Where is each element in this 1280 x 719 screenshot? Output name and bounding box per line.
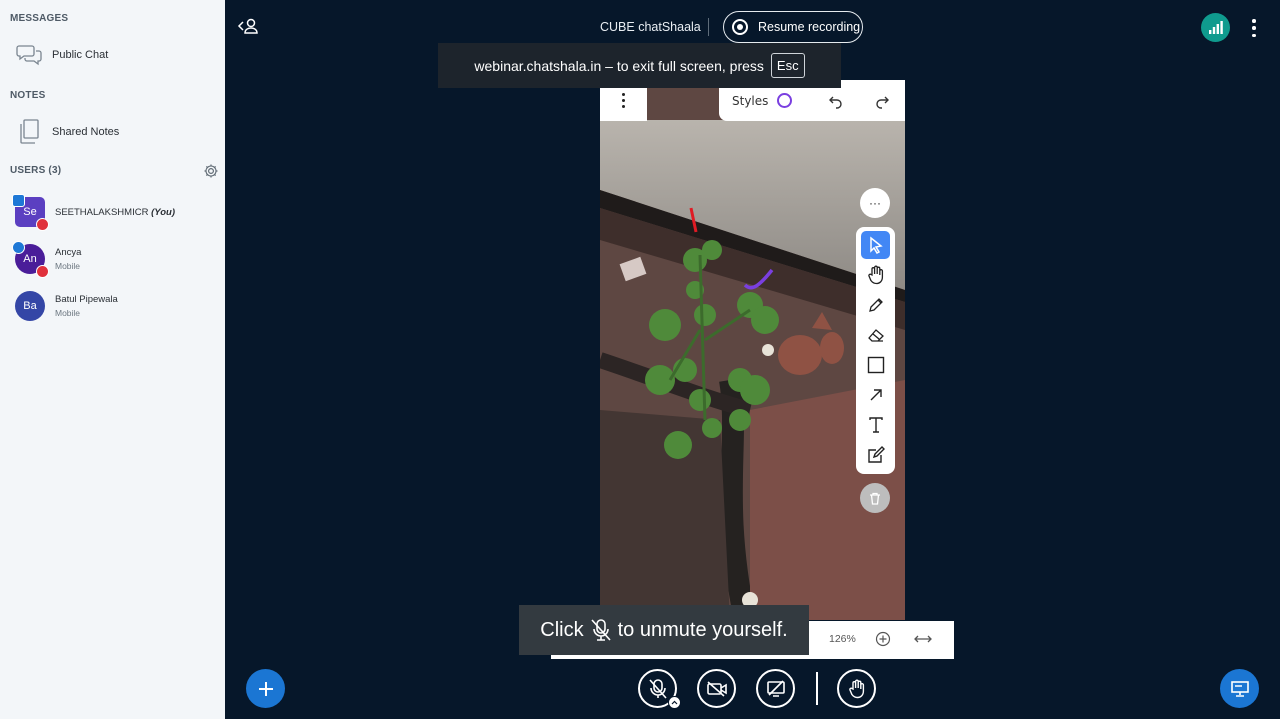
controls-divider bbox=[816, 672, 818, 705]
undo-icon[interactable] bbox=[828, 93, 844, 109]
note-tool-button[interactable] bbox=[861, 441, 890, 469]
meeting-title: CUBE chatShaala bbox=[600, 20, 701, 34]
pencil-tool-button[interactable] bbox=[861, 291, 890, 319]
delete-button[interactable] bbox=[860, 483, 890, 513]
fullscreen-notice: webinar.chatshala.in – to exit full scre… bbox=[438, 43, 841, 88]
styles-label[interactable]: Styles bbox=[732, 94, 768, 108]
hand-icon bbox=[848, 679, 864, 698]
style-color-swatch[interactable] bbox=[777, 93, 793, 108]
user-list-item[interactable]: An Ancya Mobile bbox=[0, 239, 225, 279]
connection-status-button[interactable] bbox=[1201, 13, 1230, 42]
fullscreen-notice-text: webinar.chatshala.in – to exit full scre… bbox=[474, 57, 764, 74]
options-menu-button[interactable] bbox=[1246, 17, 1262, 39]
esc-key: Esc bbox=[770, 53, 805, 78]
arrow-icon bbox=[870, 389, 882, 401]
user-device: Mobile bbox=[55, 308, 81, 318]
zoom-in-icon[interactable] bbox=[875, 631, 891, 647]
unmute-hint-before: Click bbox=[540, 618, 584, 641]
screenshare-button[interactable] bbox=[756, 669, 795, 708]
camera-button[interactable] bbox=[697, 669, 736, 708]
unmute-hint: Click to unmute yourself. bbox=[519, 605, 809, 655]
user-name: Batul Pipewala bbox=[55, 294, 118, 305]
users-title: USERS (3) bbox=[10, 165, 62, 176]
arrow-tool-button[interactable] bbox=[861, 381, 890, 409]
signal-bars-icon bbox=[1208, 21, 1223, 34]
muted-mic-icon bbox=[591, 619, 611, 641]
plus-icon bbox=[258, 681, 273, 696]
user-name: Ancya bbox=[55, 247, 82, 258]
actions-button[interactable] bbox=[246, 669, 285, 708]
resume-recording-label: Resume recording bbox=[758, 20, 861, 34]
presenter-icon bbox=[12, 194, 25, 207]
record-icon bbox=[732, 19, 748, 35]
pencil-icon bbox=[868, 298, 883, 312]
rectangle-icon bbox=[867, 356, 884, 374]
you-tag: (You) bbox=[151, 206, 175, 218]
sidebar: MESSAGES Public Chat NOTES Shared Notes … bbox=[0, 0, 225, 719]
text-tool-button[interactable] bbox=[861, 411, 890, 439]
presentation-icon bbox=[1230, 680, 1249, 697]
hand-icon bbox=[867, 265, 883, 285]
whiteboard-toolbar bbox=[856, 227, 895, 474]
notes-icon bbox=[14, 117, 44, 147]
avatar: An bbox=[12, 241, 49, 278]
shared-notes-item[interactable]: Shared Notes bbox=[0, 114, 225, 150]
muted-mic-icon bbox=[648, 678, 667, 699]
avatar-initials: An bbox=[23, 253, 37, 265]
shared-notes-label: Shared Notes bbox=[52, 126, 120, 138]
gear-icon[interactable] bbox=[203, 163, 219, 179]
avatar: Se bbox=[12, 194, 49, 231]
title-divider bbox=[708, 18, 709, 36]
zoom-level[interactable]: 126% bbox=[829, 633, 856, 645]
trash-icon bbox=[870, 492, 880, 505]
muted-mic-icon bbox=[36, 265, 49, 278]
audio-options-caret[interactable] bbox=[668, 696, 681, 709]
note-edit-icon bbox=[867, 446, 885, 463]
raise-hand-button[interactable] bbox=[837, 669, 876, 708]
camera-off-icon bbox=[706, 680, 727, 697]
rectangle-tool-button[interactable] bbox=[861, 351, 890, 379]
select-tool-button[interactable] bbox=[861, 231, 890, 259]
avatar-initials: Se bbox=[23, 206, 37, 218]
public-chat-label: Public Chat bbox=[52, 49, 109, 61]
presentation-toggle-button[interactable] bbox=[1220, 669, 1259, 708]
eraser-tool-button[interactable] bbox=[861, 321, 890, 349]
pointer-icon bbox=[869, 236, 883, 254]
pan-tool-button[interactable] bbox=[861, 261, 890, 289]
notes-title: NOTES bbox=[10, 90, 46, 101]
user-device: Mobile bbox=[55, 261, 81, 271]
chat-icon bbox=[14, 40, 44, 70]
chevron-up-icon bbox=[671, 700, 678, 705]
user-name: SEETHALAKSHMICR bbox=[55, 206, 149, 218]
public-chat-item[interactable]: Public Chat bbox=[0, 37, 225, 73]
resume-recording-button[interactable]: Resume recording bbox=[723, 11, 863, 43]
avatar-initials: Ba bbox=[23, 300, 37, 312]
user-list-item[interactable]: Se SEETHALAKSHMICR (You) bbox=[0, 192, 225, 232]
pencil-icon bbox=[12, 241, 25, 254]
redo-icon[interactable] bbox=[874, 93, 890, 109]
messages-title: MESSAGES bbox=[10, 13, 69, 24]
muted-mic-icon bbox=[36, 218, 49, 231]
toggle-userlist-button[interactable] bbox=[237, 16, 261, 36]
kebab-icon bbox=[622, 93, 625, 108]
avatar: Ba bbox=[15, 291, 45, 321]
more-tools-button[interactable]: ··· bbox=[860, 188, 890, 218]
screenshare-off-icon bbox=[766, 679, 785, 697]
unmute-hint-after: to unmute yourself. bbox=[617, 618, 788, 641]
eraser-icon bbox=[867, 329, 884, 342]
text-icon bbox=[868, 417, 883, 433]
user-list-item[interactable]: Ba Batul Pipewala Mobile bbox=[0, 286, 225, 326]
fit-to-width-icon[interactable] bbox=[913, 631, 933, 647]
